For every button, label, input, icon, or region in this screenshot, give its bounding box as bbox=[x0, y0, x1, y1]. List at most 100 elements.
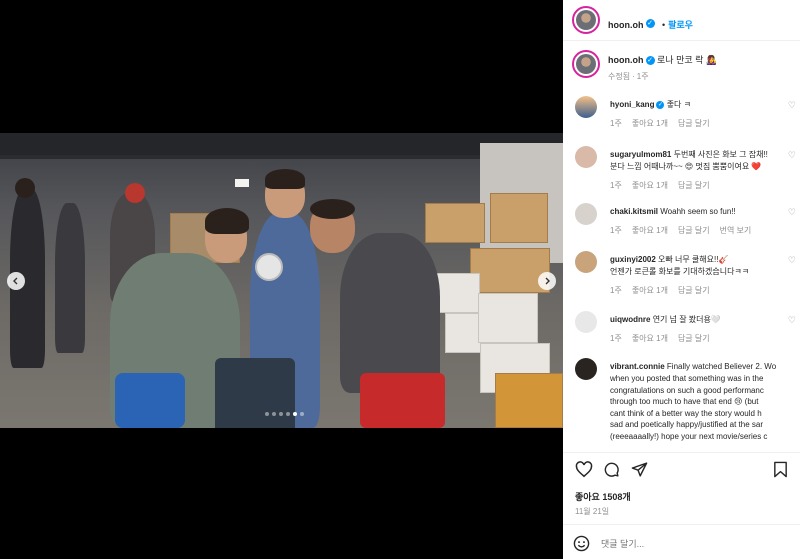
comment-age: 1주 bbox=[610, 286, 622, 295]
comment-meta: 1주 좋아요 1개 답글 달기 번역 보기 bbox=[610, 225, 761, 236]
translate-button[interactable]: 번역 보기 bbox=[720, 226, 752, 235]
comment-like-icon[interactable]: ♡ bbox=[788, 255, 796, 266]
comment-meta: 1주 좋아요 1개 답글 달기 bbox=[610, 118, 720, 129]
comment-body: uiqwodnre 연기 넘 잘 봤더용🤍 bbox=[610, 313, 721, 326]
post-photo bbox=[0, 133, 563, 428]
media-dot bbox=[265, 412, 269, 416]
commenter-username[interactable]: sugaryulmom81 bbox=[610, 150, 671, 159]
post-sidebar: hoon.oh ✓ • 팔로우 hoon.oh ✓ 로나 만코 락 👩‍🎤 수정됨 · 1… bbox=[563, 0, 800, 559]
comment-age: 1주 bbox=[610, 334, 622, 343]
post-header: hoon.oh ✓ • 팔로우 bbox=[608, 15, 693, 33]
author-username[interactable]: hoon.oh bbox=[608, 20, 644, 30]
heart-icon[interactable] bbox=[575, 461, 593, 478]
crew-member bbox=[55, 203, 85, 353]
bookmark-icon[interactable] bbox=[773, 461, 788, 478]
comment-meta: 1주 좋아요 1개 답글 달기 bbox=[610, 180, 720, 191]
header-divider bbox=[563, 40, 800, 41]
comment-likes[interactable]: 좋아요 1개 bbox=[632, 286, 668, 295]
commenter-username[interactable]: chaki.kitsmil bbox=[610, 207, 658, 216]
verified-badge-icon: ✓ bbox=[645, 56, 655, 66]
crew-cap bbox=[125, 183, 145, 203]
comment-text-continued: 언젠가 로큰롤 화보를 기대하겠습니다ㅋㅋ bbox=[610, 267, 750, 276]
chair bbox=[215, 358, 295, 428]
previous-media-button[interactable] bbox=[7, 272, 25, 290]
commenter-avatar[interactable] bbox=[575, 203, 597, 225]
verified-badge-icon: ✓ bbox=[656, 100, 665, 109]
comment-age: 1주 bbox=[610, 119, 622, 128]
reply-button[interactable]: 답글 달기 bbox=[678, 286, 710, 295]
man-hair bbox=[265, 169, 305, 189]
verified-badge-icon: ✓ bbox=[645, 19, 655, 29]
follow-button[interactable]: 팔로우 bbox=[668, 20, 693, 30]
comment-like-icon[interactable]: ♡ bbox=[788, 100, 796, 111]
commenter-username[interactable]: hyoni_kang bbox=[610, 100, 654, 109]
comment-text: Woahh seem so fun!! bbox=[660, 207, 736, 216]
commenter-avatar[interactable] bbox=[575, 311, 597, 333]
man-tank-top bbox=[340, 233, 440, 393]
comment-likes[interactable]: 좋아요 1개 bbox=[632, 226, 668, 235]
comment-age: 1주 bbox=[610, 181, 622, 190]
commenter-username[interactable]: vibrant.connie bbox=[610, 362, 665, 371]
comment-like-icon[interactable]: ♡ bbox=[788, 315, 796, 326]
separator-dot: • bbox=[661, 20, 666, 30]
commenter-username[interactable]: uiqwodnre bbox=[610, 315, 650, 324]
comment-icon[interactable] bbox=[603, 461, 620, 478]
caption-age: 1주 bbox=[636, 72, 649, 81]
caption-avatar[interactable] bbox=[572, 50, 600, 78]
media-dot bbox=[272, 412, 276, 416]
comment-text: 연기 넘 잘 봤더용🤍 bbox=[652, 315, 721, 324]
caption-text: 로나 만코 락 👩‍🎤 bbox=[657, 55, 718, 65]
comment-age: 1주 bbox=[610, 226, 622, 235]
white-box bbox=[435, 273, 480, 313]
reply-button[interactable]: 답글 달기 bbox=[678, 334, 710, 343]
ceiling-beam bbox=[0, 155, 563, 159]
reply-button[interactable]: 답글 달기 bbox=[678, 119, 710, 128]
comment-text: 오빠 너무 쿨해요!!🎸 bbox=[658, 255, 729, 264]
comment-like-icon[interactable]: ♡ bbox=[788, 207, 796, 218]
woman-hair bbox=[205, 208, 249, 234]
input-divider bbox=[563, 524, 800, 525]
cardboard-box bbox=[425, 203, 485, 243]
post-media bbox=[0, 0, 563, 559]
likes-count[interactable]: 좋아요 1508개 bbox=[575, 490, 631, 503]
commenter-avatar[interactable] bbox=[575, 146, 597, 168]
media-dot bbox=[279, 412, 283, 416]
commenter-username[interactable]: guxinyi2002 bbox=[610, 255, 656, 264]
tank-man-hair bbox=[310, 199, 355, 219]
share-icon[interactable] bbox=[631, 461, 648, 478]
comment-like-icon[interactable]: ♡ bbox=[788, 150, 796, 161]
handheld-fan bbox=[255, 253, 283, 281]
comment-text: 두번째 사진은 화보 그 잡채!! bbox=[673, 150, 768, 159]
commenter-avatar[interactable] bbox=[575, 358, 597, 380]
comment-input[interactable] bbox=[601, 535, 791, 553]
comment-text-continued: 분다 느낌 어때나까~~ 😍 멋짐 뿜뿜이여요 ❤️ bbox=[610, 162, 762, 171]
commenter-avatar[interactable] bbox=[575, 251, 597, 273]
media-dot bbox=[300, 412, 304, 416]
cardboard-box bbox=[470, 248, 550, 293]
chevron-left-icon bbox=[13, 277, 18, 285]
emoji-icon[interactable] bbox=[573, 535, 590, 552]
reply-button[interactable]: 답글 달기 bbox=[678, 181, 710, 190]
comment-meta: 1주 좋아요 1개 답글 달기 bbox=[610, 333, 720, 344]
comment-likes[interactable]: 좋아요 1개 bbox=[632, 119, 668, 128]
author-avatar[interactable] bbox=[572, 6, 600, 34]
comment-text: Finally watched Believer 2. Wo bbox=[666, 362, 777, 371]
crew-head bbox=[15, 178, 35, 198]
next-media-button[interactable] bbox=[538, 272, 556, 290]
actions-divider bbox=[563, 452, 800, 453]
caption: hoon.oh ✓ 로나 만코 락 👩‍🎤 bbox=[608, 54, 717, 67]
commenter-avatar[interactable] bbox=[575, 96, 597, 118]
caption-username[interactable]: hoon.oh bbox=[608, 55, 644, 65]
white-box bbox=[478, 293, 538, 343]
comment-meta: 1주 좋아요 1개 답글 달기 bbox=[610, 285, 720, 296]
blue-shorts bbox=[115, 373, 185, 428]
cardboard-box bbox=[490, 193, 548, 243]
comment-body: chaki.kitsmil Woahh seem so fun!! bbox=[610, 205, 736, 218]
comment-likes[interactable]: 좋아요 1개 bbox=[632, 334, 668, 343]
media-dot bbox=[293, 412, 297, 416]
comment-likes[interactable]: 좋아요 1개 bbox=[632, 181, 668, 190]
red-shorts bbox=[360, 373, 445, 428]
reply-button[interactable]: 답글 달기 bbox=[678, 226, 710, 235]
comment-text-continued: (reeeaaaally!) hope your next movie/seri… bbox=[610, 431, 768, 441]
caption-edited: 수정됨 bbox=[608, 72, 631, 81]
